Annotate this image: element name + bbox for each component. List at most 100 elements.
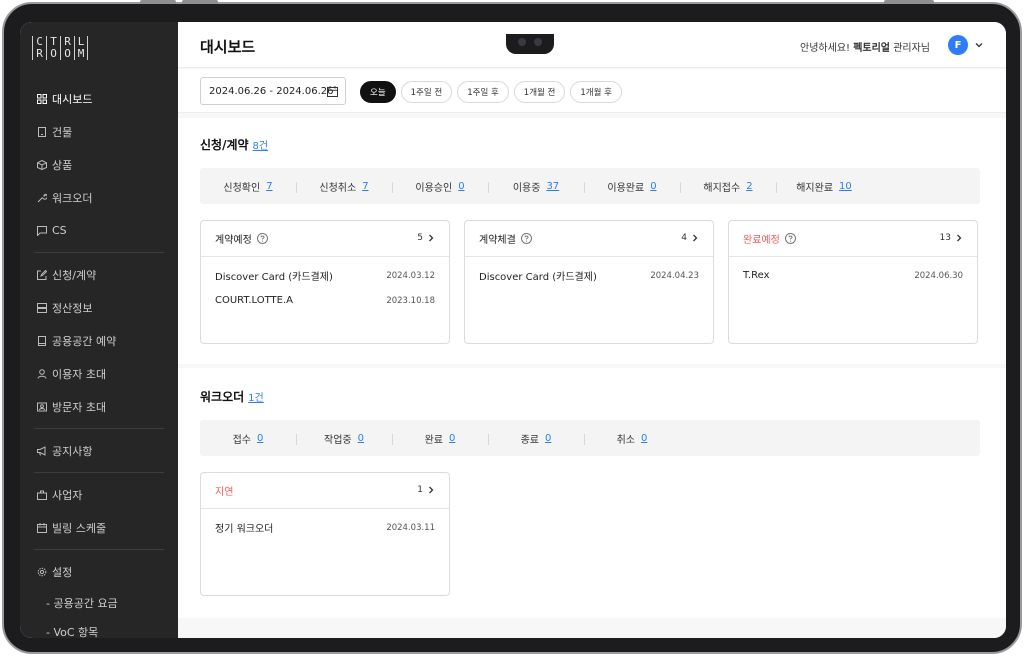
stat-value-link[interactable]: 0 bbox=[650, 181, 656, 192]
date-filter-bar: 2024.06.26 - 2024.06.26 오늘 1주일 전 1주일 후 1… bbox=[178, 69, 1006, 113]
greeting: 안녕하세요! 펙토리얼 관리자님 bbox=[800, 39, 930, 54]
stat-value-link[interactable]: 7 bbox=[362, 181, 368, 192]
sidebar-item-cs[interactable]: CS bbox=[20, 214, 178, 247]
sidebar-item-building[interactable]: 건물 bbox=[20, 115, 178, 148]
contract-section: 신청/계약 8건 신청확인 7 신청취소 7 이용승인 0 이용중 37 이용완료 0 해지… bbox=[178, 118, 1006, 364]
sidebar-item-label: 신청/계약 bbox=[52, 268, 97, 282]
sidebar-item-visitor-invite[interactable]: 방문자 초대 bbox=[20, 390, 178, 423]
stat-value-link[interactable]: 0 bbox=[458, 181, 464, 192]
sidebar-item-product[interactable]: 상품 bbox=[20, 148, 178, 181]
card-count[interactable]: 4 bbox=[681, 233, 699, 243]
logo[interactable]: C T R L R O O M bbox=[32, 36, 88, 60]
help-icon[interactable] bbox=[520, 233, 532, 244]
help-icon[interactable] bbox=[256, 233, 268, 244]
help-icon[interactable] bbox=[784, 233, 796, 244]
avatar[interactable]: F bbox=[948, 35, 968, 55]
sidebar-subitem-shared-space-fee[interactable]: - 공용공간 요금 bbox=[20, 588, 178, 617]
card-count[interactable]: 1 bbox=[417, 485, 435, 495]
sidebar-item-settlement[interactable]: 정산정보 bbox=[20, 291, 178, 324]
stat-item: 이용중 37 bbox=[488, 179, 584, 194]
stat-value-link[interactable]: 0 bbox=[641, 433, 647, 444]
stat-value-link[interactable]: 37 bbox=[546, 181, 559, 192]
camera-icon bbox=[518, 38, 526, 46]
stat-label: 이용중 bbox=[512, 182, 541, 194]
card-count[interactable]: 5 bbox=[417, 233, 435, 243]
stat-label: 이용완료 bbox=[607, 182, 645, 194]
card-header: 계약예정 5 bbox=[201, 221, 449, 257]
stat-label: 접수 bbox=[232, 434, 252, 446]
stat-value-link[interactable]: 0 bbox=[545, 433, 551, 444]
list-item[interactable]: COURT.LOTTE.A 2023.10.18 bbox=[201, 288, 449, 313]
card-rows: Discover Card (카드결제) 2024.04.23 bbox=[465, 257, 713, 288]
briefcase-icon bbox=[34, 487, 50, 503]
row-name: Discover Card (카드결제) bbox=[215, 272, 333, 283]
logo-letter: O bbox=[46, 48, 60, 60]
stat-label: 해지접수 bbox=[703, 182, 741, 194]
sidebar-item-shared-space[interactable]: 공용공간 예약 bbox=[20, 324, 178, 357]
stat-item: 완료 0 bbox=[392, 431, 488, 446]
sidebar-item-label: 공용공간 예약 bbox=[52, 334, 117, 348]
sidebar-item-contract[interactable]: 신청/계약 bbox=[20, 258, 178, 291]
chevron-down-icon[interactable] bbox=[974, 40, 984, 50]
sidebar-item-label: 설정 bbox=[52, 565, 73, 579]
list-item[interactable]: Discover Card (카드결제) 2024.04.23 bbox=[465, 263, 713, 288]
sidebar-item-business[interactable]: 사업자 bbox=[20, 478, 178, 511]
stat-value-link[interactable]: 0 bbox=[358, 433, 364, 444]
stat-value-link[interactable]: 0 bbox=[449, 433, 455, 444]
sidebar-item-dashboard[interactable]: 대시보드 bbox=[20, 82, 178, 115]
logo-letter: O bbox=[60, 48, 74, 60]
stat-item: 접수 0 bbox=[200, 431, 296, 446]
section-count-link[interactable]: 1건 bbox=[248, 393, 264, 404]
list-item[interactable]: T.Rex 2024.06.30 bbox=[729, 263, 977, 288]
chip-1month-before[interactable]: 1개월 전 bbox=[513, 81, 566, 103]
stat-value-link[interactable]: 7 bbox=[266, 181, 272, 192]
stat-value-link[interactable]: 10 bbox=[839, 181, 852, 192]
row-date: 2024.03.12 bbox=[386, 270, 435, 281]
sidebar-item-workorder[interactable]: 워크오더 bbox=[20, 181, 178, 214]
sidebar-item-label: 사업자 bbox=[52, 488, 83, 502]
card-title: 완료예정 bbox=[743, 235, 780, 246]
section-count-link[interactable]: 8건 bbox=[253, 141, 269, 152]
stat-item: 신청확인 7 bbox=[200, 179, 296, 194]
row-name: 정기 워크오더 bbox=[215, 524, 274, 535]
stat-item: 종료 0 bbox=[488, 431, 584, 446]
card-contract-signed[interactable]: 계약체결 4 Discover Card (카드결제) 2024.04.23 bbox=[464, 220, 714, 344]
card-count-value: 4 bbox=[681, 233, 687, 243]
date-range-picker[interactable]: 2024.06.26 - 2024.06.26 bbox=[200, 77, 346, 105]
chip-today[interactable]: 오늘 bbox=[360, 81, 396, 103]
divider bbox=[34, 428, 164, 429]
sidebar-item-settings[interactable]: 설정 bbox=[20, 555, 178, 588]
card-header: 완료예정 13 bbox=[729, 221, 977, 257]
stat-item: 해지완료 10 bbox=[776, 179, 872, 194]
stat-item: 이용승인 0 bbox=[392, 179, 488, 194]
row-date: 2024.03.11 bbox=[386, 522, 435, 533]
date-range-value: 2024.06.26 - 2024.06.26 bbox=[209, 85, 334, 97]
sidebar-item-user-invite[interactable]: 이용자 초대 bbox=[20, 357, 178, 390]
volume-button bbox=[182, 0, 218, 4]
sidebar-item-billing[interactable]: 빌링 스케줄 bbox=[20, 511, 178, 544]
card-title: 지연 bbox=[215, 487, 234, 498]
sidebar-nav: 대시보드 건물 상품 워크오더 CS 신청/계약 정산정보 공용공간 예약 이용… bbox=[20, 82, 178, 638]
sidebar-item-label: 방문자 초대 bbox=[52, 400, 107, 414]
card-count[interactable]: 13 bbox=[940, 233, 963, 243]
sidebar-item-label: 공지사항 bbox=[52, 444, 93, 458]
list-item[interactable]: Discover Card (카드결제) 2024.03.12 bbox=[201, 263, 449, 288]
chip-1week-before[interactable]: 1주일 전 bbox=[400, 81, 453, 103]
card-workorder-delayed[interactable]: 지연 1 정기 워크오더 2024.03.11 bbox=[200, 472, 450, 596]
sidebar-item-label: CS bbox=[52, 224, 67, 237]
sidebar-item-label: 대시보드 bbox=[52, 92, 93, 106]
stat-label: 신청확인 bbox=[223, 182, 261, 194]
stat-value-link[interactable]: 0 bbox=[257, 433, 263, 444]
chip-1month-after[interactable]: 1개월 후 bbox=[570, 81, 622, 103]
card-header: 계약체결 4 bbox=[465, 221, 713, 257]
card-completion-planned[interactable]: 완료예정 13 T.Rex 2024.06.30 bbox=[728, 220, 978, 344]
logo-letter: R bbox=[32, 48, 46, 60]
chevron-right-icon bbox=[429, 486, 434, 494]
sidebar-item-notice[interactable]: 공지사항 bbox=[20, 434, 178, 467]
sidebar-subitem-voc[interactable]: - VoC 항목 bbox=[20, 617, 178, 639]
stat-value-link[interactable]: 2 bbox=[746, 181, 752, 192]
list-item[interactable]: 정기 워크오더 2024.03.11 bbox=[201, 515, 449, 540]
row-name: T.Rex bbox=[743, 270, 770, 281]
chip-1week-after[interactable]: 1주일 후 bbox=[457, 81, 509, 103]
card-contract-planned[interactable]: 계약예정 5 Discover Card (카드결제) 2024.03.12 CO… bbox=[200, 220, 450, 344]
